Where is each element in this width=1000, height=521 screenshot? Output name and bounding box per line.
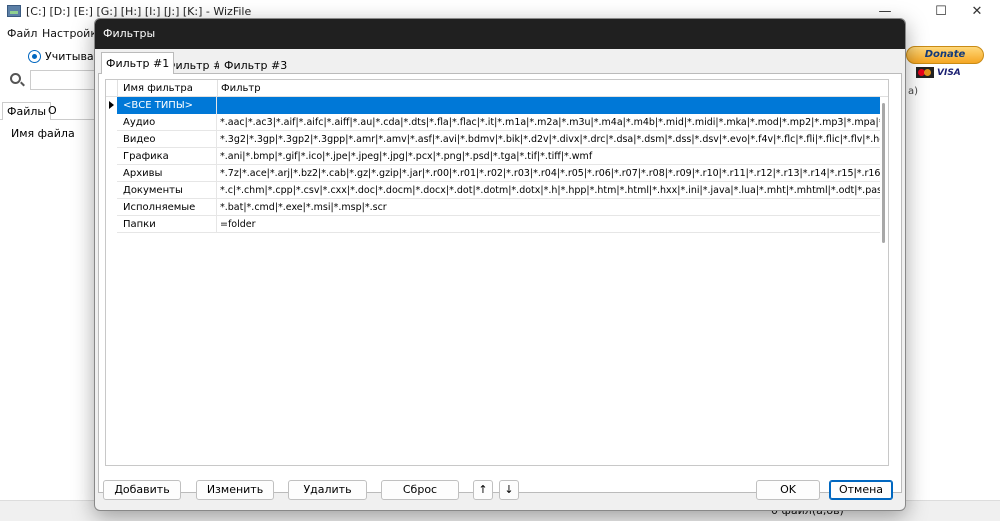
filter-name-cell[interactable]: Графика [117, 148, 217, 165]
filter-name-cell[interactable]: Исполняемые [117, 199, 217, 216]
filter-row[interactable]: Аудио *.aac|*.ac3|*.aif|*.aifc|*.aiff|*.… [106, 114, 882, 131]
menu-file[interactable]: Файл [7, 27, 37, 40]
tab-filter-1[interactable]: Фильтр #1 [101, 52, 175, 74]
header-filter[interactable]: Фильтр [221, 83, 261, 94]
filter-tab-panel: Имя фильтра Фильтр <ВСЕ ТИПЫ> Аудио *.aa… [98, 73, 902, 493]
filter-pattern-cell[interactable]: *.7z|*.ace|*.arj|*.bz2|*.cab|*.gz|*.gzip… [217, 165, 882, 182]
filter-tabs: Фильтр #1 Фильтр #2 Фильтр #3 [101, 52, 897, 74]
row-indicator [106, 148, 117, 165]
close-button[interactable]: ✕ [954, 0, 1000, 24]
edit-button[interactable]: Изменить [196, 480, 274, 500]
move-up-button[interactable]: ↑ [473, 480, 493, 500]
row-indicator [106, 131, 117, 148]
filter-pattern-cell[interactable]: *.bat|*.cmd|*.exe|*.msi|*.msp|*.scr [217, 199, 882, 216]
filter-row[interactable]: Папки =folder [106, 216, 882, 233]
row-indicator [106, 199, 117, 216]
header-separator [217, 80, 218, 97]
filter-row[interactable]: Исполняемые *.bat|*.cmd|*.exe|*.msi|*.ms… [106, 199, 882, 216]
file-list-pane [0, 120, 96, 500]
search-icon [10, 73, 21, 84]
radio-selected-icon[interactable] [28, 50, 41, 63]
dialog-titlebar[interactable]: Фильтры [95, 19, 905, 49]
filter-pattern-cell[interactable]: *.c|*.chm|*.cpp|*.csv|*.cxx|*.doc|*.docm… [217, 182, 882, 199]
move-down-button[interactable]: ↓ [499, 480, 519, 500]
main-window-title: [C:] [D:] [E:] [G:] [H:] [I:] [J:] [K:] … [26, 5, 252, 18]
row-indicator [106, 182, 117, 199]
filter-pattern-cell[interactable]: *.aac|*.ac3|*.aif|*.aifc|*.aiff|*.au|*.c… [217, 114, 882, 131]
filter-pattern-cell[interactable]: =folder [217, 216, 882, 233]
app-icon [7, 5, 21, 17]
ok-button[interactable]: OK [756, 480, 820, 500]
filter-row[interactable]: Архивы *.7z|*.ace|*.arj|*.bz2|*.cab|*.gz… [106, 165, 882, 182]
filter-pattern-cell[interactable]: *.ani|*.bmp|*.gif|*.ico|*.jpe|*.jpeg|*.j… [217, 148, 882, 165]
filter-name-cell[interactable]: Аудио [117, 114, 217, 131]
donate-button[interactable]: Donate [906, 46, 984, 64]
scrollbar-thumb[interactable] [882, 103, 885, 243]
row-indicator [106, 216, 117, 233]
filter-name-cell[interactable]: Архивы [117, 165, 217, 182]
tab-filter-3[interactable]: Фильтр #3 [219, 55, 293, 74]
mastercard-icon [916, 67, 934, 78]
add-button[interactable]: Добавить [103, 480, 181, 500]
delete-button[interactable]: Удалить [288, 480, 367, 500]
search-row [6, 70, 110, 90]
filter-name-cell[interactable]: Документы [117, 182, 217, 199]
row-indicator [106, 165, 117, 182]
filter-row[interactable]: <ВСЕ ТИПЫ> [106, 97, 882, 114]
cancel-button[interactable]: Отмена [829, 480, 893, 500]
header-separator [117, 80, 118, 97]
visa-icon: VISA [937, 67, 961, 78]
filter-name-cell[interactable]: <ВСЕ ТИПЫ> [117, 97, 217, 114]
column-filename[interactable]: Имя файла [11, 127, 75, 140]
grid-vertical-scrollbar[interactable] [880, 97, 888, 465]
payment-cards: VISA [916, 67, 961, 78]
filter-row[interactable]: Видео *.3g2|*.3gp|*.3gp2|*.3gpp|*.amr|*.… [106, 131, 882, 148]
filters-grid: Имя фильтра Фильтр <ВСЕ ТИПЫ> Аудио *.aa… [105, 79, 889, 466]
filter-name-cell[interactable]: Видео [117, 131, 217, 148]
filter-row[interactable]: Документы *.c|*.chm|*.cpp|*.csv|*.cxx|*.… [106, 182, 882, 199]
right-strip-text: а) [908, 86, 919, 97]
filter-pattern-cell[interactable] [217, 97, 882, 114]
header-filter-name[interactable]: Имя фильтра [123, 83, 193, 94]
filter-name-cell[interactable]: Папки [117, 216, 217, 233]
filter-pattern-cell[interactable]: *.3g2|*.3gp|*.3gp2|*.3gpp|*.amr|*.amv|*.… [217, 131, 882, 148]
filter-row[interactable]: Графика *.ani|*.bmp|*.gif|*.ico|*.jpe|*.… [106, 148, 882, 165]
dialog-title: Фильтры [103, 27, 156, 40]
reset-button[interactable]: Сброс [381, 480, 459, 500]
filters-dialog: Фильтры Фильтр #1 Фильтр #2 Фильтр #3 Им… [94, 18, 906, 511]
grid-header: Имя фильтра Фильтр [106, 80, 888, 97]
row-indicator [106, 114, 117, 131]
current-row-indicator-icon [106, 97, 117, 114]
